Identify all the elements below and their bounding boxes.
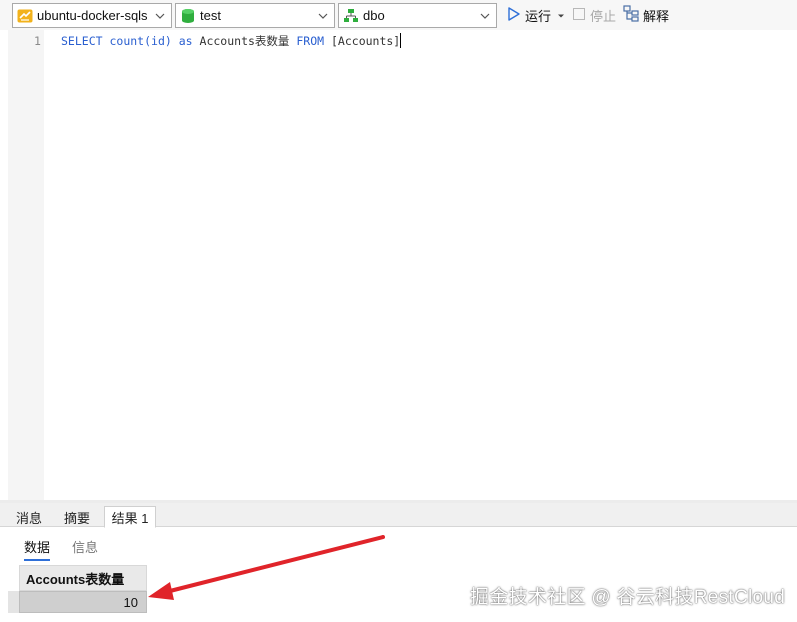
database-value: test <box>200 8 221 23</box>
keyword-from: FROM <box>296 34 325 48</box>
chevron-down-icon[interactable] <box>315 8 331 24</box>
explain-icon <box>623 5 640 25</box>
run-button[interactable]: 运行 <box>506 5 565 25</box>
tab-result-1[interactable]: 结果 1 <box>104 506 156 528</box>
watermark: 掘金技术社区 @ 谷云科技RestCloud <box>470 587 786 608</box>
keyword-select: SELECT <box>61 34 103 48</box>
keyword-as: as <box>178 34 193 48</box>
connection-icon <box>17 8 33 24</box>
database-select[interactable]: test <box>175 3 335 28</box>
stop-icon <box>572 7 586 24</box>
run-label: 运行 <box>525 8 552 24</box>
schema-value: dbo <box>363 8 385 23</box>
count-function: count(id) <box>109 34 172 48</box>
text-cursor <box>400 33 402 48</box>
stop-button[interactable]: 停止 <box>572 5 616 25</box>
chevron-down-icon[interactable] <box>152 8 168 24</box>
run-dropdown-icon[interactable] <box>557 8 565 23</box>
explain-label: 解释 <box>643 8 670 24</box>
connection-select[interactable]: ubuntu-docker-sqls <box>12 3 172 28</box>
connection-value: ubuntu-docker-sqls <box>37 8 148 23</box>
schema-icon <box>343 8 359 24</box>
stop-label: 停止 <box>590 8 617 24</box>
table-name: [Accounts] <box>331 34 401 48</box>
column-alias: Accounts表数量 <box>199 34 290 48</box>
toolbar: ubuntu-docker-sqls test dbo 运行 停止 解释 <box>0 0 797 30</box>
result-subtabs: 数据 信息 <box>0 528 797 561</box>
column-header[interactable]: Accounts表数量 <box>19 565 147 591</box>
explain-button[interactable]: 解释 <box>623 5 669 25</box>
schema-select[interactable]: dbo <box>338 3 497 28</box>
code-line[interactable]: SELECT count(id) as Accounts表数量 FROM [Ac… <box>61 33 402 49</box>
sql-editor[interactable]: 1 SELECT count(id) as Accounts表数量 FROM [… <box>8 30 797 500</box>
subtab-data[interactable]: 数据 <box>24 537 51 561</box>
tab-messages[interactable]: 消息 <box>8 506 50 528</box>
play-icon <box>506 6 522 25</box>
tab-summary[interactable]: 摘要 <box>54 506 100 528</box>
database-icon <box>180 8 196 24</box>
row-selector[interactable] <box>8 591 19 613</box>
subtab-info[interactable]: 信息 <box>72 537 98 556</box>
chevron-down-icon[interactable] <box>477 8 493 24</box>
line-gutter: 1 <box>8 30 44 500</box>
line-number: 1 <box>34 34 41 48</box>
table-cell[interactable]: 10 <box>19 591 147 613</box>
result-tabbar: 消息 摘要 结果 1 <box>0 503 797 528</box>
